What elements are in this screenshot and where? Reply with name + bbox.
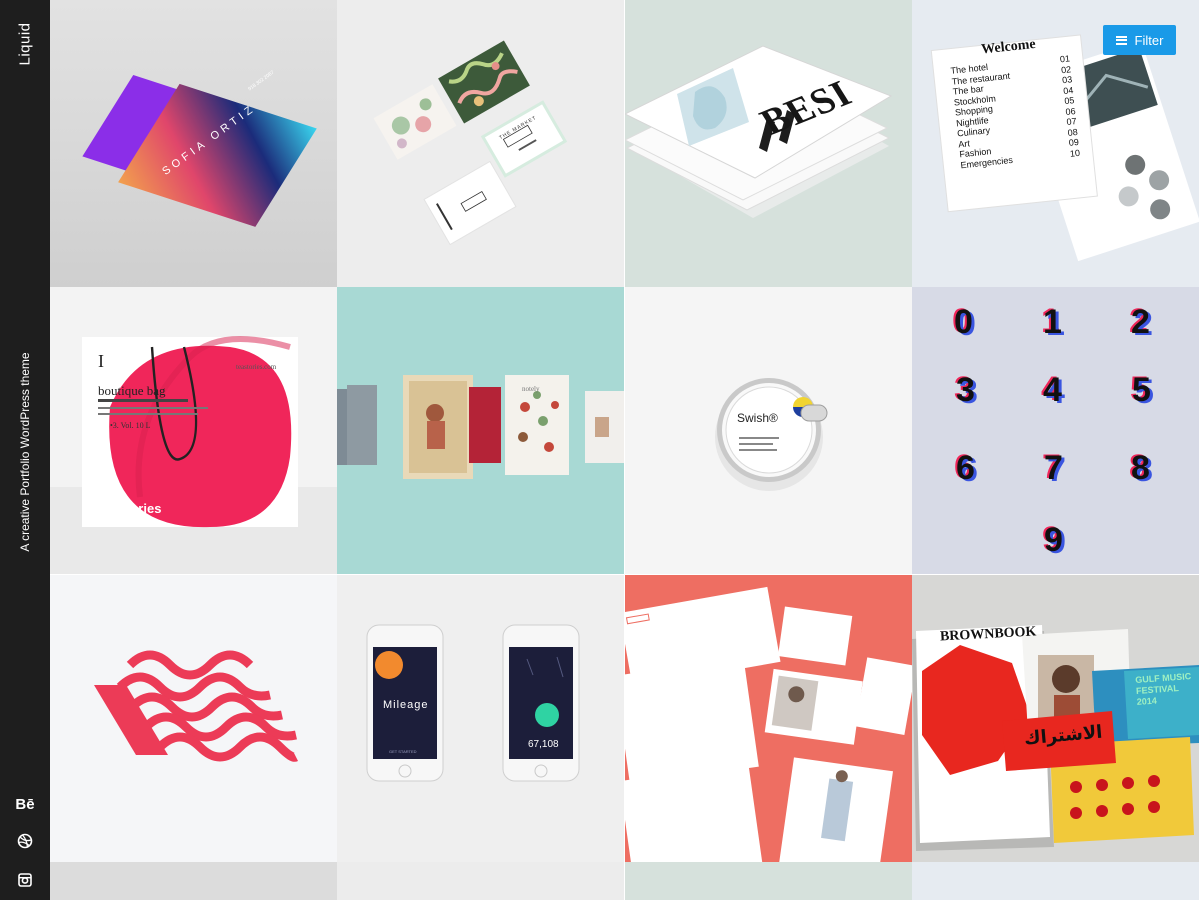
bag-letter: I — [98, 351, 104, 371]
portfolio-item-brownbook[interactable]: BROWNBOOK GULF MUSIC FESTIVAL 2014 الاشت… — [912, 575, 1199, 862]
portfolio-item-partial[interactable] — [625, 862, 912, 900]
dribbble-icon[interactable] — [0, 833, 50, 854]
digit: 6 — [956, 449, 975, 487]
sidebar: Liquid A creative Portfolio WordPress th… — [0, 0, 50, 900]
bag-heading: boutique bag — [98, 383, 166, 398]
digit: 9 — [1044, 521, 1063, 559]
digit: 3 — [956, 371, 975, 409]
digit: 2 — [1131, 303, 1150, 341]
bag-brand: teastories — [100, 501, 162, 516]
toc-page: 10 — [1069, 147, 1081, 159]
digit: 7 — [1044, 449, 1063, 487]
booklet-toc: The hotel 01 The restaurant 02 The bar 03 S… — [950, 53, 1080, 170]
digit: 5 — [1132, 371, 1151, 409]
bag-volume: •3. Vol. 10 L — [110, 421, 151, 430]
portfolio-item-teastories[interactable]: I teastories.com boutique bag •3. Vol. 1… — [50, 287, 337, 574]
notebook-brand: notely — [522, 385, 540, 393]
site-tagline: A creative Portfolio WordPress theme — [18, 352, 32, 552]
app-cta: GET STARTED — [389, 749, 417, 754]
digit: 1 — [1043, 303, 1062, 341]
menu-icon — [1115, 35, 1127, 45]
digit: 0 — [954, 303, 973, 341]
portfolio-item-partial[interactable] — [50, 862, 337, 900]
portfolio-item-besi[interactable]: BESI — [625, 0, 912, 287]
can-brand: Swish® — [737, 411, 778, 425]
portfolio-item-sofia-ortiz[interactable]: SOFIA ORTIZ 918 302 2087 — [50, 0, 337, 287]
portfolio-item-partial[interactable] — [337, 862, 624, 900]
portfolio-item-numbers[interactable]: 0 1 2 3 4 5 6 7 8 9 — [912, 287, 1199, 574]
filter-label: Filter — [1134, 32, 1164, 48]
portfolio-item-mileage[interactable]: Mileage GET STARTED 67,108 — [337, 575, 624, 862]
digit: 4 — [1043, 371, 1062, 409]
portfolio-item-the-market[interactable]: THE MARKET — [337, 0, 624, 287]
festival-text: GULF MUSIC FESTIVAL 2014 — [1134, 671, 1192, 707]
booklet: Welcome The hotel 01 The restaurant 02 The… — [948, 33, 1080, 170]
site-logo[interactable]: Liquid — [17, 22, 34, 65]
bag-site: teastories.com — [236, 363, 277, 371]
portfolio-item-swish[interactable]: Swish® — [625, 287, 912, 574]
portfolio-grid: SOFIA ORTIZ 918 302 2087 THE MARKET BESI… — [50, 0, 1200, 900]
portfolio-item-notely[interactable]: notely — [337, 287, 624, 574]
app-title: Mileage — [383, 699, 429, 711]
instagram-icon[interactable] — [0, 873, 50, 892]
behance-icon[interactable]: Bē — [0, 796, 50, 813]
portfolio-item-waves-logo[interactable] — [50, 575, 337, 862]
app-counter: 67,108 — [528, 739, 559, 750]
portfolio-item-partial[interactable] — [912, 862, 1199, 900]
digit: 8 — [1131, 449, 1150, 487]
filter-button[interactable]: Filter — [1103, 25, 1176, 55]
portfolio-item-stationery[interactable] — [625, 575, 912, 862]
